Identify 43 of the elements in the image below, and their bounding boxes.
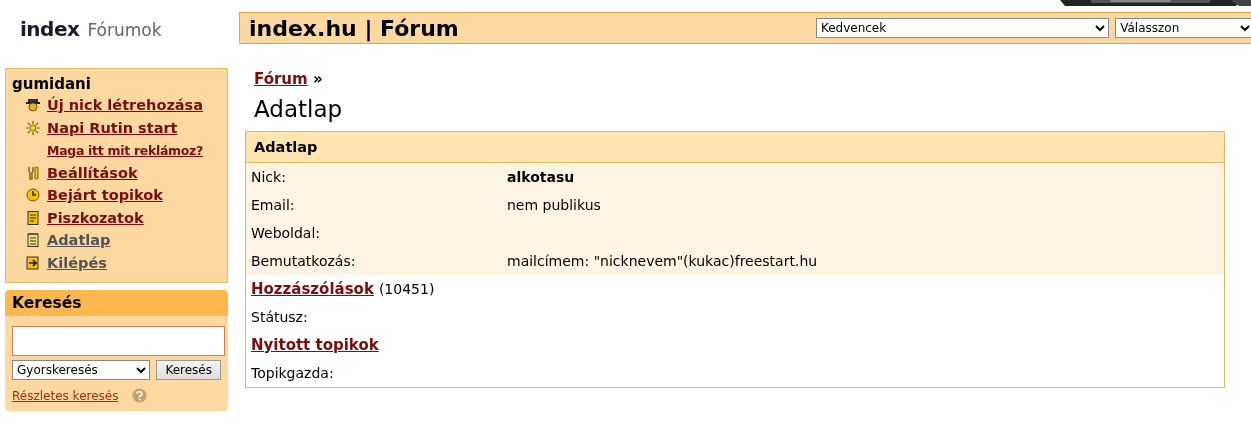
field-label: Bemutatkozás: [251, 253, 357, 269]
field-label: Weboldal: [251, 225, 322, 241]
field-value: alkotasu [507, 169, 575, 185]
menu-link[interactable]: Piszkozatok [47, 209, 144, 226]
menu-link[interactable]: Bejárt topikok [47, 187, 163, 204]
help-icon[interactable] [132, 388, 148, 403]
search-field[interactable] [12, 326, 225, 356]
count-text: (10451) [378, 281, 435, 297]
field-value: mailcímem: "nicknevem"(kukac)freestart.hu [507, 253, 818, 269]
field-value: nem publikus [507, 197, 601, 213]
panel-title: Keresés [5, 290, 228, 316]
search-button[interactable]: Keresés [156, 360, 221, 380]
card-title: Adatlap [246, 132, 1224, 163]
site-title: index.hu | Fórum [249, 15, 460, 41]
menu-link[interactable]: Kilépés [47, 254, 107, 271]
stat-link[interactable]: Nyitott topikok [251, 336, 379, 354]
notepad-icon [26, 233, 40, 248]
breadcrumb-link[interactable]: Fórum [254, 70, 308, 88]
field-label: Email: [251, 197, 296, 213]
logo-subtitle: Fórumok [87, 20, 162, 40]
menu-link[interactable]: Maga itt mit reklámoz? [47, 142, 204, 158]
exit-arrow-icon [26, 255, 40, 270]
tools-icon [26, 165, 40, 180]
field-label: Topikgazda: [251, 365, 335, 381]
search-mode-select[interactable]: Gyorskeresés [12, 360, 151, 380]
stat-link[interactable]: Hozzászólások [251, 280, 374, 298]
choose-select[interactable]: Válasszon [1115, 18, 1251, 38]
hat-face-icon [26, 98, 40, 113]
advanced-search-link[interactable]: Részletes keresés [12, 388, 119, 403]
menu-link[interactable]: Új nick létrehozása [47, 97, 204, 114]
menu-link[interactable]: Napi Rutin start [47, 119, 178, 136]
breadcrumb-separator: » [312, 70, 323, 88]
note-icon [26, 210, 40, 225]
page-title: Adatlap [254, 96, 344, 122]
favorites-select[interactable]: Kedvencek [815, 18, 1110, 38]
logo[interactable]: index [20, 17, 80, 41]
field-label: Nick: [251, 169, 287, 185]
menu-link[interactable]: Adatlap [47, 232, 111, 249]
username: gumidani [12, 74, 92, 94]
sun-icon [26, 120, 40, 135]
clock-icon [26, 188, 40, 203]
menu-link[interactable]: Beállítások [47, 164, 138, 181]
field-label: Státusz: [251, 309, 309, 325]
